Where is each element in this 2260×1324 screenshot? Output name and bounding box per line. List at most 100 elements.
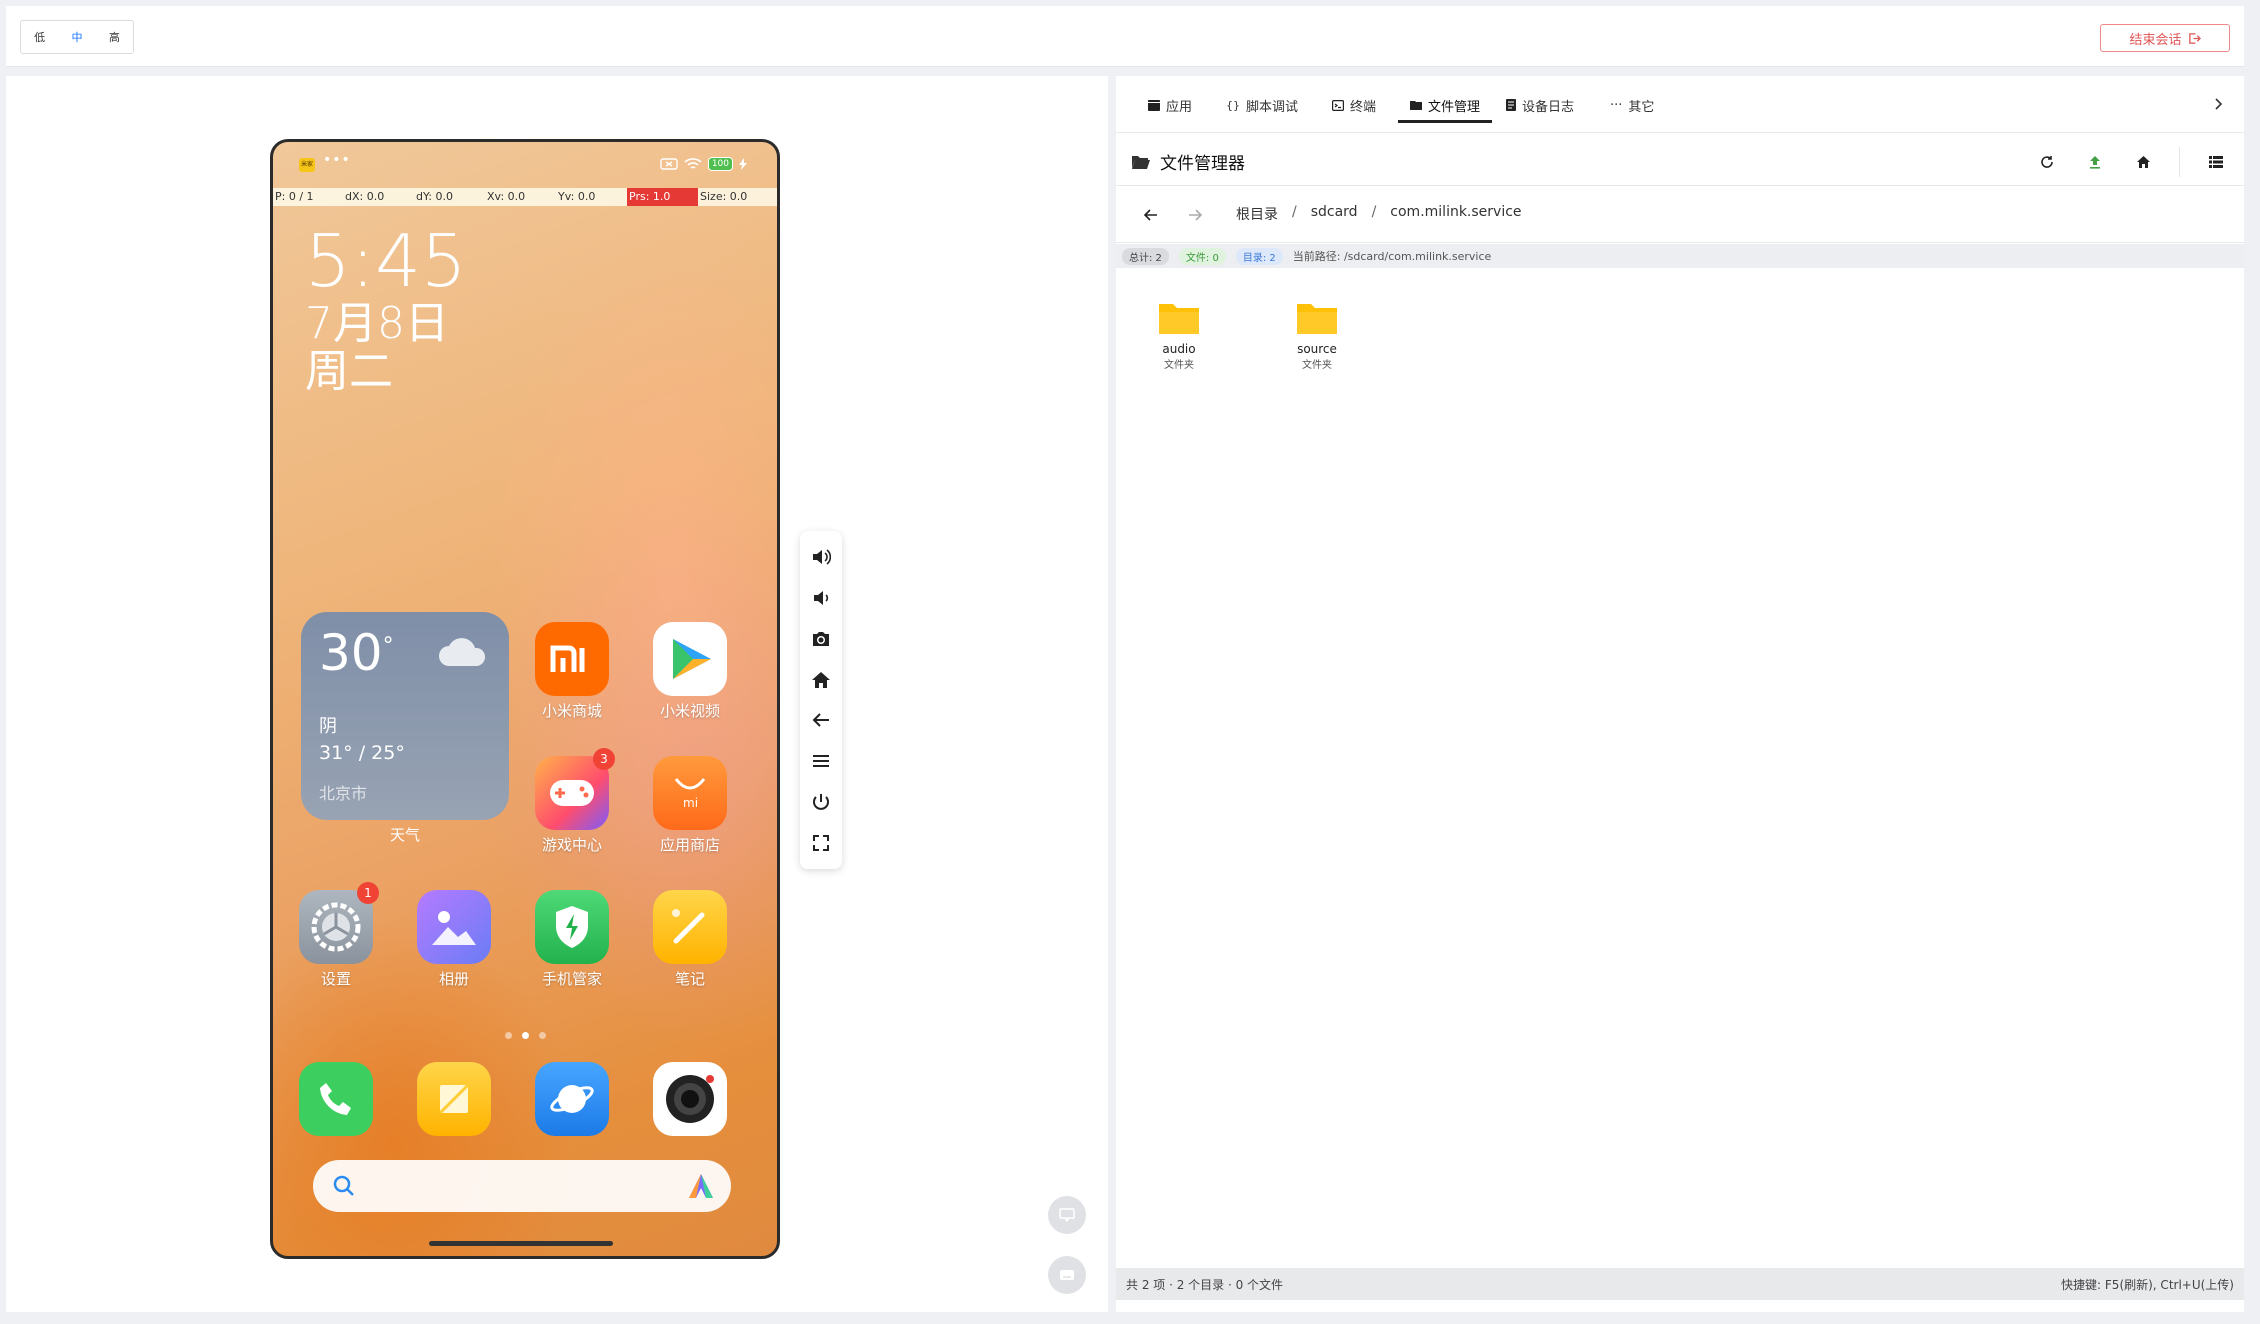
weather-label: 天气 — [389, 826, 420, 844]
divider — [2179, 147, 2180, 177]
sim-off-icon — [660, 158, 678, 170]
nav-forward-button[interactable] — [1184, 204, 1206, 226]
directory-info-bar: 总计: 2 文件: 0 目录: 2 当前路径: /sdcard/com.mili… — [1116, 244, 2244, 268]
svg-text:mi: mi — [683, 796, 698, 810]
dock-browser[interactable] — [527, 1062, 617, 1136]
app-mi-video[interactable]: 小米视频 — [645, 622, 735, 721]
upload-button[interactable] — [2083, 150, 2107, 174]
page-dot-active — [521, 1032, 529, 1039]
tab-other[interactable]: ··· 其它 — [1610, 92, 1654, 118]
page-dot — [538, 1032, 546, 1039]
chevron-right-icon[interactable] — [2214, 98, 2222, 110]
breadcrumb-root[interactable]: 根目录 — [1236, 204, 1278, 224]
app-tab-icon — [1148, 99, 1160, 111]
message-icon — [1059, 1208, 1075, 1222]
app-label: 笔记 — [674, 970, 705, 988]
file-item-source[interactable]: source 文件夹 — [1272, 300, 1362, 371]
app-label: 小米视频 — [659, 702, 720, 720]
app-app-store[interactable]: mi 应用商店 — [645, 756, 735, 855]
nav-back-button[interactable] — [1140, 204, 1162, 226]
tab-label: 其它 — [1628, 99, 1655, 115]
device-panel: 米家 ••• 100 P: 0 / 1 dX: 0.0 dY: 0.0 Xv: … — [6, 76, 1108, 1312]
file-manager-title: 文件管理器 — [1132, 149, 1245, 174]
gesture-handle[interactable] — [429, 1241, 613, 1246]
menu-button[interactable] — [808, 748, 834, 774]
overlay-prs: Prs: 1.0 — [627, 188, 698, 206]
notification-app-icon: 米家 — [299, 158, 315, 172]
list-view-icon — [2209, 156, 2223, 168]
quality-low[interactable]: 低 — [34, 29, 45, 45]
file-manager-footer: 共 2 项 · 2 个目录 · 0 个文件 快捷键: F5(刷新), Ctrl+… — [1116, 1268, 2244, 1300]
chat-float-button[interactable] — [1048, 1196, 1086, 1234]
breadcrumb-sdcard[interactable]: sdcard — [1311, 204, 1358, 224]
quality-high[interactable]: 高 — [109, 29, 120, 45]
tab-label: 文件管理 — [1428, 99, 1481, 115]
tab-file-manager[interactable]: 文件管理 — [1410, 92, 1480, 118]
app-settings[interactable]: 1 设置 — [291, 882, 381, 989]
app-label: 相册 — [438, 970, 469, 988]
tab-terminal[interactable]: 终端 — [1332, 92, 1376, 118]
app-security[interactable]: 手机管家 — [527, 890, 617, 989]
tab-device-log[interactable]: 设备日志 — [1506, 92, 1574, 118]
game-center-icon: 3 — [535, 748, 615, 830]
keyboard-icon — [1060, 1270, 1074, 1280]
fullscreen-button[interactable] — [808, 830, 834, 856]
app-label: 应用商店 — [659, 836, 720, 854]
list-view-button[interactable] — [2204, 150, 2228, 174]
home-search-bar[interactable] — [313, 1160, 731, 1212]
tab-script-debug[interactable]: {} 脚本调试 — [1226, 92, 1298, 118]
total-count-badge: 总计: 2 — [1122, 247, 1169, 265]
code-icon: {} — [1226, 98, 1240, 112]
screenshot-button[interactable] — [808, 626, 834, 652]
top-bar: 低 中 高 结束会话 — [6, 6, 2244, 67]
folder-icon — [1159, 304, 1199, 334]
dock-camera[interactable] — [645, 1062, 735, 1136]
wifi-icon — [684, 157, 702, 169]
status-icons: 100 — [660, 157, 747, 171]
footer-summary: 共 2 项 · 2 个目录 · 0 个文件 — [1126, 1277, 1284, 1292]
back-button[interactable] — [808, 707, 834, 733]
tab-apps[interactable]: 应用 — [1148, 92, 1192, 118]
tab-label: 设备日志 — [1522, 99, 1575, 115]
overlay-size: Size: 0.0 — [700, 190, 748, 203]
app-gallery[interactable]: 相册 — [409, 890, 499, 989]
app-notes[interactable]: 笔记 — [645, 890, 735, 989]
end-session-button[interactable]: 结束会话 — [2100, 24, 2230, 52]
folder-tab-icon — [1410, 101, 1422, 110]
tab-label: 脚本调试 — [1246, 99, 1299, 115]
volume-up-button[interactable] — [808, 544, 834, 570]
path-navigation: 根目录 / sdcard / com.milink.service — [1116, 186, 2244, 243]
clock-weekday: 周二 — [305, 346, 393, 397]
pointer-location-overlay: P: 0 / 1 dX: 0.0 dY: 0.0 Xv: 0.0 Yv: 0.0… — [273, 188, 777, 206]
more-icon: ··· — [1610, 97, 1623, 113]
home-dir-button[interactable] — [2131, 150, 2155, 174]
app-game-center[interactable]: 3 游戏中心 — [527, 748, 617, 855]
keyboard-float-button[interactable] — [1048, 1256, 1086, 1294]
folder-open-icon — [1132, 155, 1150, 169]
dock-phone[interactable] — [291, 1062, 381, 1136]
app-mi-store[interactable]: 小米商城 — [527, 622, 617, 721]
weather-widget[interactable]: 30° 阴 31° / 25° 北京市 — [301, 612, 509, 820]
security-icon — [535, 890, 609, 964]
end-session-label: 结束会话 — [2129, 32, 2182, 48]
quality-medium[interactable]: 中 — [71, 29, 82, 45]
dock-notes[interactable] — [409, 1062, 499, 1136]
breadcrumb-current[interactable]: com.milink.service — [1390, 204, 1521, 224]
device-screen[interactable]: 米家 ••• 100 P: 0 / 1 dX: 0.0 dY: 0.0 Xv: … — [270, 139, 780, 1259]
home-icon — [2136, 156, 2150, 168]
logout-icon — [2188, 32, 2201, 44]
upload-icon — [2090, 156, 2100, 169]
weather-condition: 阴 — [319, 716, 337, 737]
overlay-dx: dX: 0.0 — [345, 190, 385, 203]
app-label: 手机管家 — [541, 970, 602, 988]
home-icon — [812, 671, 830, 688]
file-manager-title-text: 文件管理器 — [1160, 154, 1245, 174]
home-button[interactable] — [808, 667, 834, 693]
camera-icon — [653, 1062, 727, 1136]
volume-up-icon — [813, 549, 831, 565]
mi-video-icon — [653, 622, 727, 696]
power-button[interactable] — [808, 789, 834, 815]
file-item-audio[interactable]: audio 文件夹 — [1134, 300, 1224, 371]
refresh-button[interactable] — [2035, 150, 2059, 174]
volume-down-button[interactable] — [808, 585, 834, 611]
